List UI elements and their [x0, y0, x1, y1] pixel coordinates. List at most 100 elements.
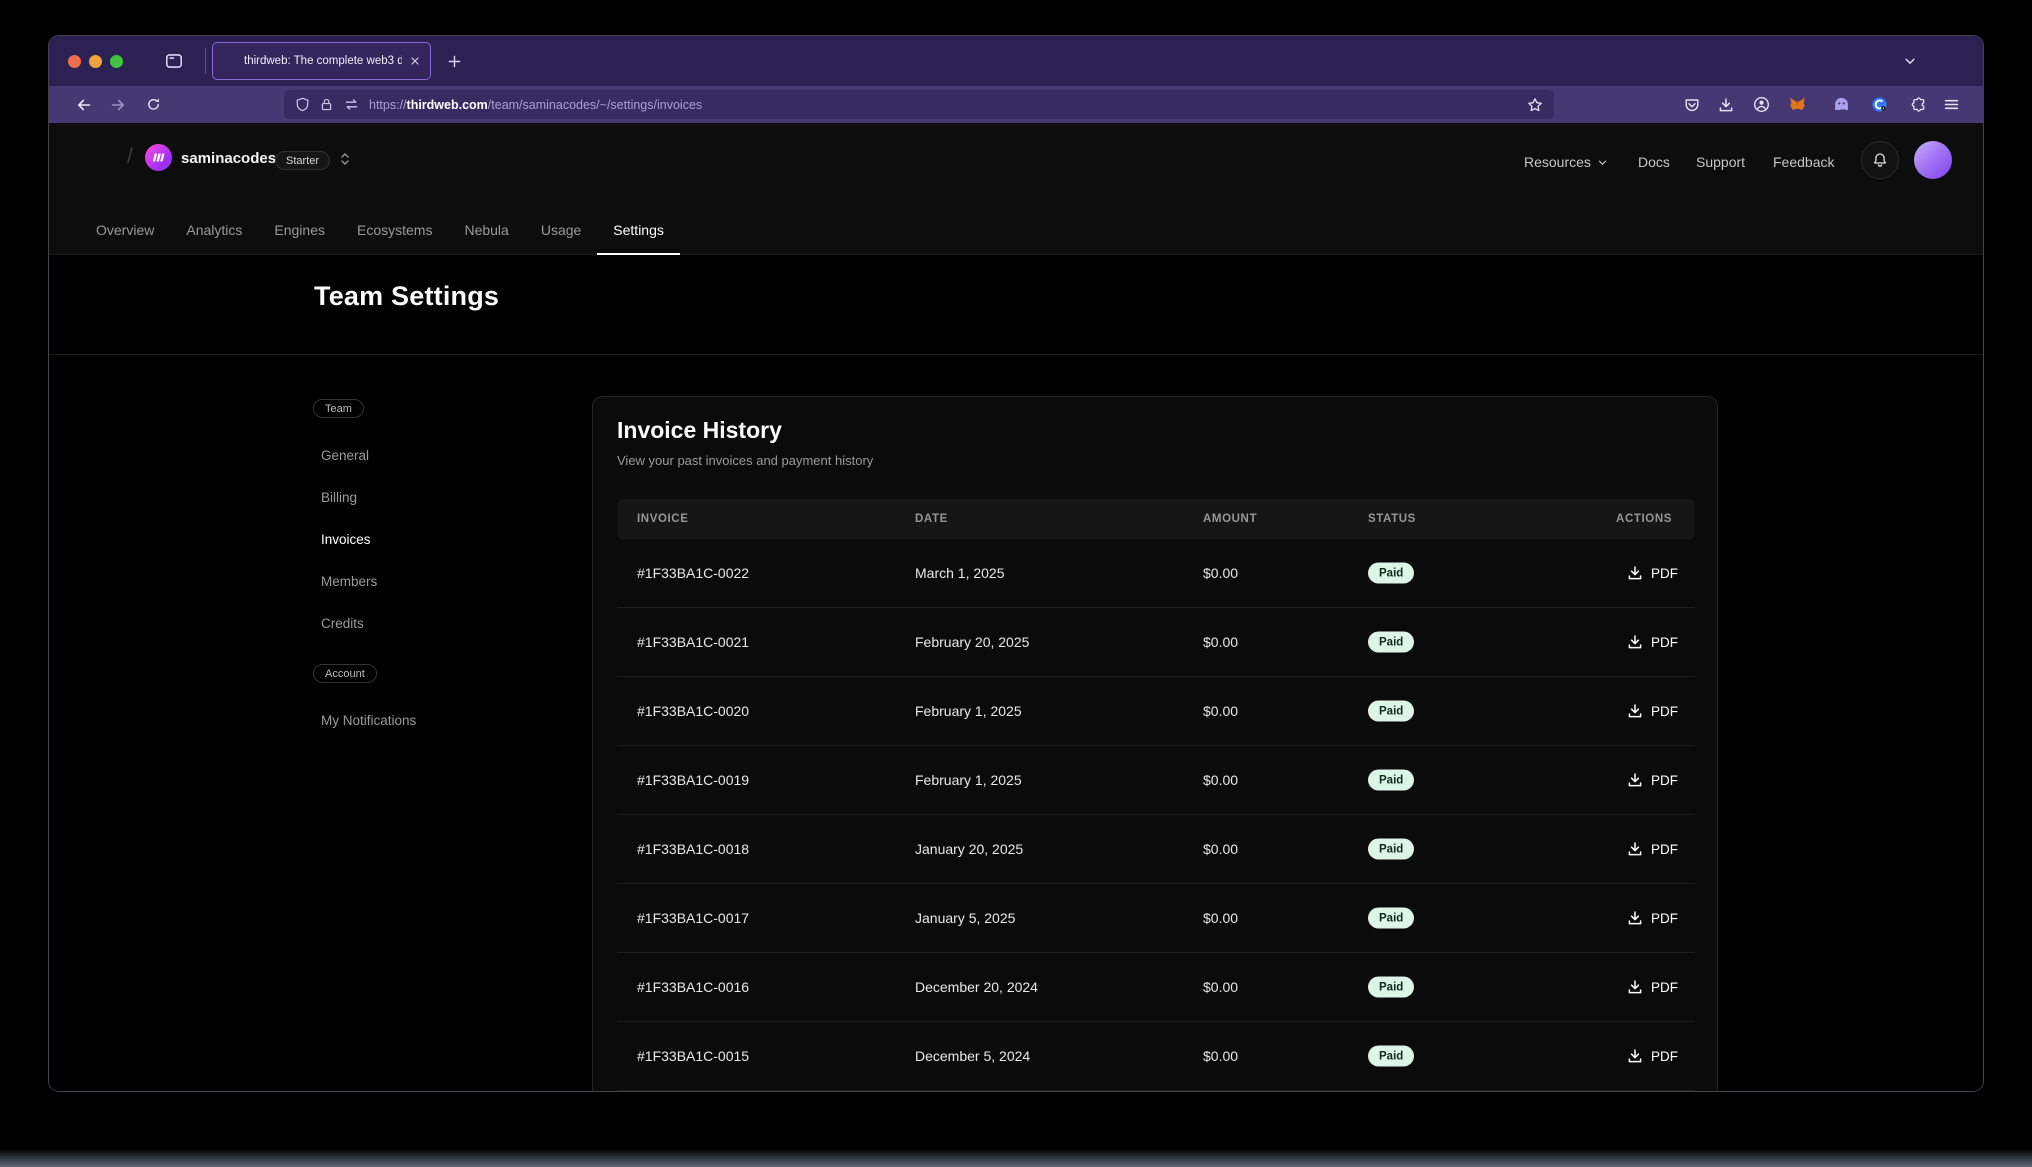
- account-icon[interactable]: [1748, 91, 1775, 118]
- sidebar-item-my-notifications[interactable]: My Notifications: [321, 713, 416, 728]
- table-row: #1F33BA1C-0016 December 20, 2024 $0.00 P…: [617, 953, 1695, 1022]
- status-badge: Paid: [1368, 563, 1414, 584]
- browser-tab-bar: thirdweb: The complete web3 d: [49, 36, 1983, 86]
- invoice-date: January 5, 2025: [915, 910, 1015, 926]
- docs-link[interactable]: Docs: [1638, 154, 1670, 170]
- download-tray-icon: [1627, 1048, 1643, 1064]
- invoice-amount: $0.00: [1203, 772, 1238, 788]
- table-row: #1F33BA1C-0020 February 1, 2025 $0.00 Pa…: [617, 677, 1695, 746]
- desktop-background-edge: [0, 1149, 2032, 1167]
- downloads-icon[interactable]: [1712, 91, 1739, 118]
- pdf-download-button[interactable]: PDF: [1627, 1048, 1678, 1064]
- table-row: #1F33BA1C-0021 February 20, 2025 $0.00 P…: [617, 608, 1695, 677]
- invoice-number: #1F33BA1C-0019: [637, 772, 749, 788]
- pdf-download-button[interactable]: PDF: [1627, 772, 1678, 788]
- tab-nebula[interactable]: Nebula: [448, 207, 524, 255]
- notifications-button[interactable]: [1861, 141, 1899, 179]
- invoice-date: February 1, 2025: [915, 772, 1022, 788]
- menu-hamburger-icon[interactable]: [1938, 91, 1965, 118]
- list-all-tabs-button[interactable]: [1897, 50, 1923, 72]
- tab-close-icon[interactable]: [409, 55, 421, 67]
- metamask-fox-icon[interactable]: [1784, 91, 1811, 118]
- invoice-amount: $0.00: [1203, 1048, 1238, 1064]
- table-header-row: Invoice Date Amount Status Actions: [617, 499, 1695, 539]
- tab-overview[interactable]: Overview: [80, 207, 170, 255]
- team-avatar[interactable]: [145, 144, 172, 171]
- browser-toolbar: https://thirdweb.com/team/saminacodes/~/…: [49, 86, 1983, 123]
- tab-usage[interactable]: Usage: [525, 207, 597, 255]
- invoice-amount: $0.00: [1203, 634, 1238, 650]
- back-button[interactable]: [70, 91, 97, 118]
- traffic-light-zoom[interactable]: [110, 55, 123, 68]
- thirdweb-favicon-icon: [222, 56, 237, 67]
- tab-ecosystems[interactable]: Ecosystems: [341, 207, 448, 255]
- pdf-download-button[interactable]: PDF: [1627, 910, 1678, 926]
- invoice-date: March 1, 2025: [915, 565, 1005, 581]
- dashboard-tabs: Overview Analytics Engines Ecosystems Ne…: [80, 207, 680, 255]
- hero-divider: [49, 354, 1983, 355]
- reload-button[interactable]: [140, 91, 167, 118]
- phantom-ghost-icon[interactable]: [1828, 91, 1855, 118]
- pocket-icon[interactable]: [1678, 91, 1705, 118]
- new-tab-button[interactable]: [441, 48, 467, 74]
- firefox-view-button[interactable]: [161, 48, 187, 74]
- invoice-amount: $0.00: [1203, 910, 1238, 926]
- pdf-download-button[interactable]: PDF: [1627, 841, 1678, 857]
- pdf-download-button[interactable]: PDF: [1627, 565, 1678, 581]
- invoice-amount: $0.00: [1203, 841, 1238, 857]
- sidebar-item-billing[interactable]: Billing: [321, 490, 357, 505]
- invoice-table-body: #1F33BA1C-0022 March 1, 2025 $0.00 Paid …: [617, 539, 1695, 1091]
- user-avatar[interactable]: [1914, 141, 1952, 179]
- extension-circle-icon[interactable]: [1866, 91, 1893, 118]
- protections-toggle-icon[interactable]: [343, 98, 360, 111]
- sidebar-item-invoices[interactable]: Invoices: [321, 532, 371, 547]
- table-row: #1F33BA1C-0017 January 5, 2025 $0.00 Pai…: [617, 884, 1695, 953]
- traffic-light-minimize[interactable]: [89, 55, 102, 68]
- url-bar[interactable]: https://thirdweb.com/team/saminacodes/~/…: [284, 90, 1554, 119]
- invoice-date: December 20, 2024: [915, 979, 1038, 995]
- thirdweb-dashboard-page: / saminacodes Starter Resources Docs Sup…: [49, 123, 1983, 1092]
- invoice-number: #1F33BA1C-0017: [637, 910, 749, 926]
- lock-icon[interactable]: [319, 97, 334, 112]
- invoice-date: December 5, 2024: [915, 1048, 1030, 1064]
- download-tray-icon: [1627, 910, 1643, 926]
- sidebar-item-general[interactable]: General: [321, 448, 369, 463]
- invoice-number: #1F33BA1C-0022: [637, 565, 749, 581]
- extensions-puzzle-icon[interactable]: [1905, 91, 1932, 118]
- screenshot-canvas: thirdweb: The complete web3 d https://th…: [0, 0, 2032, 1167]
- pdf-download-button[interactable]: PDF: [1627, 979, 1678, 995]
- table-row: #1F33BA1C-0019 February 1, 2025 $0.00 Pa…: [617, 746, 1695, 815]
- invoice-number: #1F33BA1C-0016: [637, 979, 749, 995]
- download-tray-icon: [1627, 979, 1643, 995]
- invoice-history-card: Invoice History View your past invoices …: [592, 396, 1718, 1092]
- column-header-status: Status: [1368, 499, 1416, 539]
- card-title: Invoice History: [617, 417, 782, 444]
- tab-engines[interactable]: Engines: [258, 207, 341, 255]
- feedback-link[interactable]: Feedback: [1773, 154, 1834, 170]
- download-tray-icon: [1627, 634, 1643, 650]
- resources-menu[interactable]: Resources: [1524, 154, 1608, 170]
- chevron-down-icon: [1597, 157, 1608, 168]
- sidebar-item-members[interactable]: Members: [321, 574, 377, 589]
- team-switcher-icon[interactable]: [339, 151, 351, 172]
- tab-analytics[interactable]: Analytics: [170, 207, 258, 255]
- traffic-light-close[interactable]: [68, 55, 81, 68]
- forward-button[interactable]: [104, 91, 131, 118]
- bookmark-star-icon[interactable]: [1527, 97, 1543, 113]
- sidebar-item-credits[interactable]: Credits: [321, 616, 364, 631]
- download-tray-icon: [1627, 565, 1643, 581]
- support-link[interactable]: Support: [1696, 154, 1745, 170]
- thirdweb-logo-icon[interactable]: [81, 143, 118, 170]
- pdf-download-button[interactable]: PDF: [1627, 634, 1678, 650]
- invoice-number: #1F33BA1C-0015: [637, 1048, 749, 1064]
- tab-settings[interactable]: Settings: [597, 207, 680, 255]
- invoice-date: January 20, 2025: [915, 841, 1023, 857]
- pdf-download-button[interactable]: PDF: [1627, 703, 1678, 719]
- download-tray-icon: [1627, 772, 1643, 788]
- team-name[interactable]: saminacodes: [181, 150, 276, 167]
- download-tray-icon: [1627, 841, 1643, 857]
- tracking-shield-icon[interactable]: [295, 97, 310, 112]
- browser-window: thirdweb: The complete web3 d https://th…: [48, 35, 1984, 1092]
- active-browser-tab[interactable]: thirdweb: The complete web3 d: [212, 42, 431, 80]
- column-header-date: Date: [915, 499, 948, 539]
